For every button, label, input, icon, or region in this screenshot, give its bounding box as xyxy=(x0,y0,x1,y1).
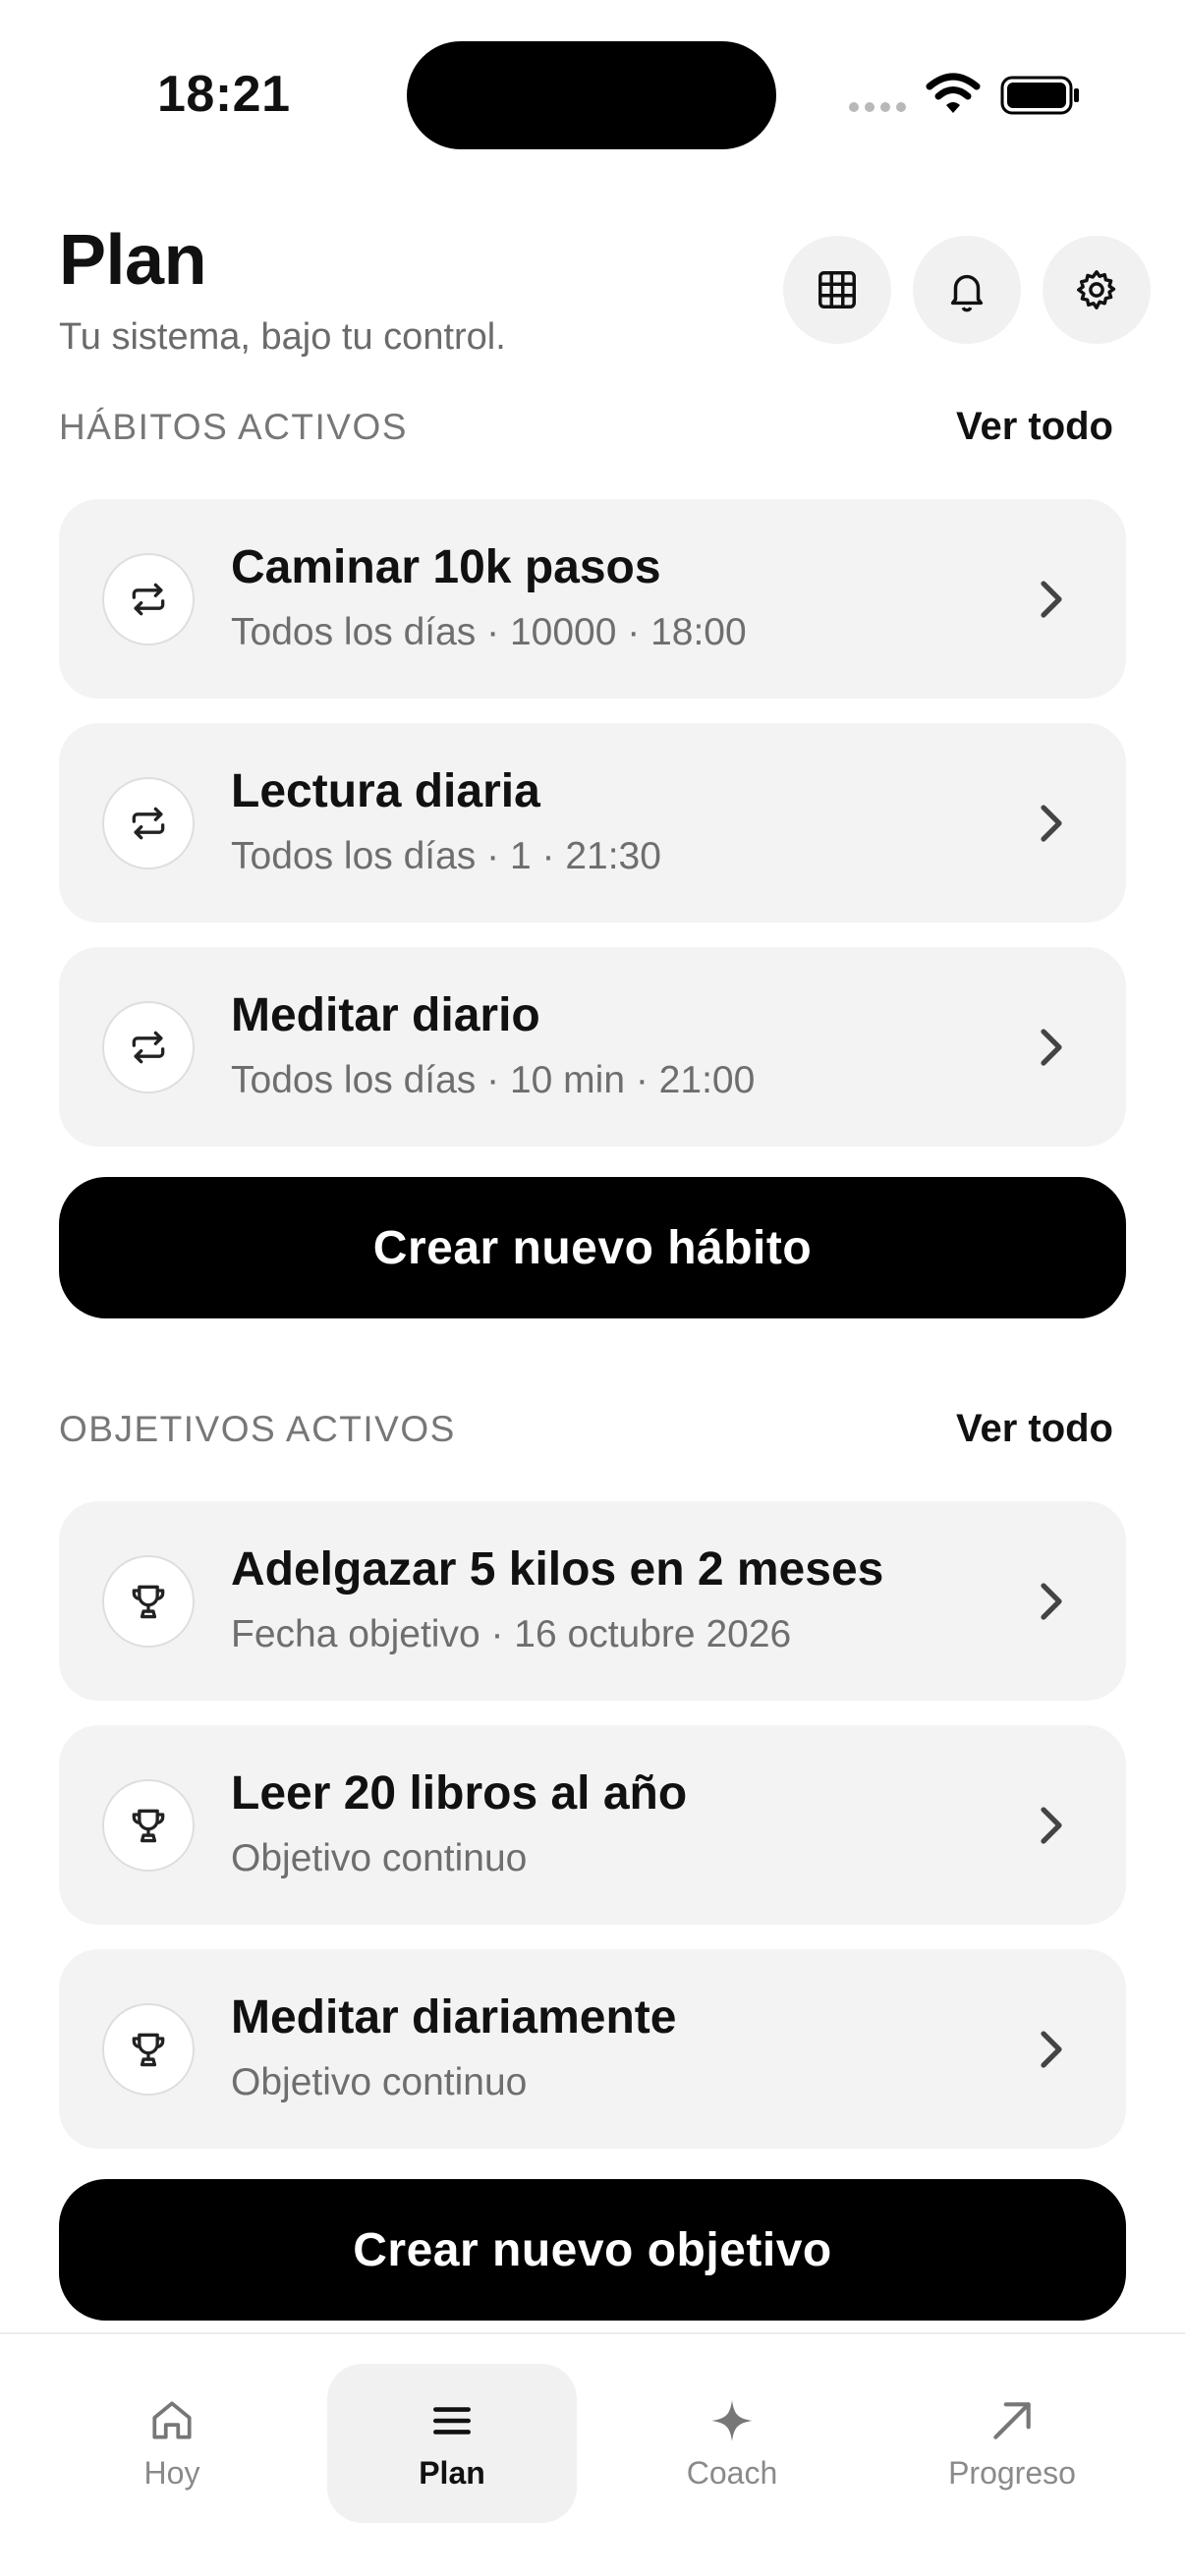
nav-label: Coach xyxy=(686,2454,778,2491)
nav-item-hoy[interactable]: Hoy xyxy=(47,2364,297,2523)
settings-button[interactable] xyxy=(1043,236,1151,344)
arrow-up-right-icon xyxy=(993,2401,1031,2439)
habit-schedule: Todos los días · 1 · 21:30 xyxy=(231,835,661,877)
nav-label: Hoy xyxy=(143,2454,200,2491)
home-icon xyxy=(152,2400,192,2439)
habit-icon-container xyxy=(102,1001,195,1093)
goals-see-all-link[interactable]: Ver todo xyxy=(956,1407,1113,1451)
goal-title: Meditar diariamente xyxy=(231,1991,677,2044)
create-habit-button[interactable]: Crear nuevo hábito xyxy=(59,1177,1126,1318)
trophy-icon xyxy=(132,2033,165,2067)
habit-schedule: Todos los días · 10 min · 21:00 xyxy=(231,1059,756,1101)
goals-section-label: OBJETIVOS ACTIVOS xyxy=(59,1409,456,1449)
habits-see-all-link[interactable]: Ver todo xyxy=(956,405,1113,449)
habit-icon-container xyxy=(102,553,195,645)
goal-deadline: Fecha objetivo · 16 octubre 2026 xyxy=(231,1613,792,1655)
habit-card[interactable]: Lectura diaria Todos los días · 1 · 21:3… xyxy=(59,723,1126,923)
status-time: 18:21 xyxy=(157,66,291,123)
chevron-right-icon xyxy=(1041,581,1062,618)
habit-schedule: Todos los días · 10000 · 18:00 xyxy=(231,611,747,653)
habit-title: Caminar 10k pasos xyxy=(231,541,661,593)
battery-icon xyxy=(1000,76,1079,115)
habit-title: Lectura diaria xyxy=(231,765,540,817)
chevron-right-icon xyxy=(1041,1583,1062,1620)
goal-card[interactable]: Adelgazar 5 kilos en 2 meses Fecha objet… xyxy=(59,1501,1126,1701)
habit-icon-container xyxy=(102,777,195,869)
goal-deadline: Objetivo continuo xyxy=(231,2061,528,2103)
goal-card[interactable]: Meditar diariamente Objetivo continuo xyxy=(59,1949,1126,2149)
goal-icon-container xyxy=(102,1555,195,1648)
page-title: Plan xyxy=(59,221,207,300)
grid-icon xyxy=(818,271,856,308)
trophy-icon xyxy=(132,1809,165,1843)
nav-item-plan[interactable]: Plan xyxy=(327,2364,577,2523)
goal-icon-container xyxy=(102,2003,195,2096)
goal-title: Leer 20 libros al año xyxy=(231,1767,688,1820)
gear-icon xyxy=(1077,270,1116,309)
menu-icon xyxy=(433,2406,471,2435)
repeat-icon xyxy=(132,583,165,616)
chevron-right-icon xyxy=(1041,1807,1062,1844)
habits-section-label: HÁBITOS ACTIVOS xyxy=(59,407,408,447)
create-goal-button[interactable]: Crear nuevo objetivo xyxy=(59,2179,1126,2321)
sparkle-icon xyxy=(711,2399,753,2441)
goal-deadline: Objetivo continuo xyxy=(231,1837,528,1879)
trophy-icon xyxy=(132,1585,165,1619)
repeat-icon xyxy=(132,1031,165,1064)
status-bar: 18:21 xyxy=(0,0,1185,196)
calendar-grid-button[interactable] xyxy=(783,236,891,344)
bell-icon xyxy=(950,274,984,312)
goal-title: Adelgazar 5 kilos en 2 meses xyxy=(231,1543,884,1596)
nav-item-progreso[interactable]: Progreso xyxy=(887,2364,1137,2523)
cellular-signal-icon xyxy=(849,102,906,112)
repeat-icon xyxy=(132,807,165,840)
dynamic-island xyxy=(407,41,776,149)
goal-icon-container xyxy=(102,1779,195,1872)
nav-label: Progreso xyxy=(948,2454,1076,2491)
chevron-right-icon xyxy=(1041,2031,1062,2068)
habit-card[interactable]: Meditar diario Todos los días · 10 min ·… xyxy=(59,947,1126,1147)
nav-label: Plan xyxy=(419,2454,485,2491)
wifi-icon xyxy=(926,73,981,113)
nav-item-coach[interactable]: Coach xyxy=(607,2364,857,2523)
habit-card[interactable]: Caminar 10k pasos Todos los días · 10000… xyxy=(59,499,1126,699)
chevron-right-icon xyxy=(1041,1029,1062,1066)
notifications-button[interactable] xyxy=(913,236,1021,344)
bottom-nav: Hoy Plan Coach Progreso xyxy=(0,2332,1185,2576)
habit-title: Meditar diario xyxy=(231,989,540,1041)
page-subtitle: Tu sistema, bajo tu control. xyxy=(59,316,506,358)
goal-card[interactable]: Leer 20 libros al año Objetivo continuo xyxy=(59,1725,1126,1925)
chevron-right-icon xyxy=(1041,805,1062,842)
